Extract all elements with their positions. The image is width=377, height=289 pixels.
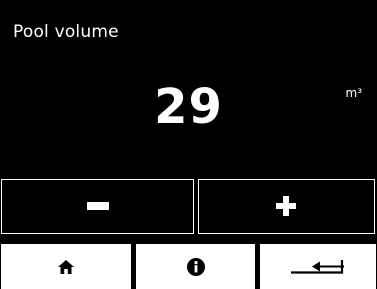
home-button[interactable] [1, 244, 131, 289]
volume-unit: m³ [345, 86, 363, 100]
info-icon [186, 257, 205, 276]
back-button[interactable] [260, 244, 376, 289]
minus-icon [87, 202, 109, 210]
home-icon [58, 259, 74, 274]
page-title: Pool volume [13, 22, 119, 42]
plus-icon [276, 196, 296, 216]
increase-button[interactable] [198, 179, 375, 234]
back-arrow-icon [291, 259, 344, 274]
decrease-button[interactable] [1, 179, 194, 234]
info-button[interactable] [136, 244, 255, 289]
volume-value: 29 [154, 79, 223, 135]
